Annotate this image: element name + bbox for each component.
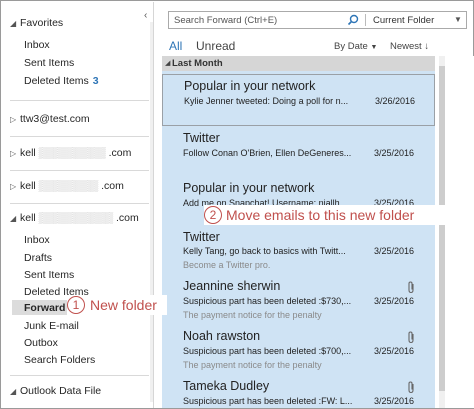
arrow-down-icon: ↓: [424, 41, 430, 52]
annotation-label: Move emails to this new folder: [226, 207, 415, 223]
account-item-3[interactable]: ▷ kell ▒▒▒▒▒▒▒▒ .com: [10, 180, 124, 192]
folder-item-drafts[interactable]: Drafts: [24, 252, 52, 264]
paperclip-icon: [408, 331, 414, 344]
list-item[interactable]: Tameka Dudley Suspicious part has been d…: [162, 376, 435, 408]
expand-caret-icon: ▷: [10, 182, 17, 191]
paperclip-icon: [408, 281, 414, 294]
expand-caret-icon: ◢: [10, 214, 17, 223]
chevron-down-icon: ▼: [370, 44, 378, 51]
folder-item-inbox[interactable]: Inbox: [24, 234, 50, 246]
folder-pane: ‹ ◢ Favorites Inbox Sent Items Deleted It…: [2, 2, 154, 408]
blurred-address: ▒▒▒▒▒▒▒▒▒: [35, 147, 109, 159]
expand-caret-icon: ▷: [10, 115, 17, 124]
step-number-badge: 1: [67, 296, 85, 314]
list-item[interactable]: Jeannine sherwin Suspicious part has bee…: [162, 276, 435, 326]
divider: [10, 100, 149, 101]
folder-pane-scrollbar[interactable]: [150, 22, 153, 402]
search-input[interactable]: Search Forward (Ctrl+E): [174, 15, 277, 26]
expand-caret-icon: ◢: [10, 19, 17, 28]
annotation-step-1: 1 New folder: [67, 295, 167, 315]
unread-count-badge: 3: [92, 75, 99, 87]
collapse-pane-icon[interactable]: ‹: [144, 10, 147, 21]
favorites-header[interactable]: ◢ Favorites: [10, 17, 63, 29]
filter-all-tab[interactable]: All: [169, 39, 182, 53]
folder-item-forward[interactable]: Forward: [24, 302, 65, 314]
magnifier-icon[interactable]: [347, 14, 359, 26]
message-list: ◢ Last Month Popular in your network Kyl…: [162, 56, 435, 408]
divider: [365, 14, 366, 26]
account-item-4[interactable]: ◢ kell ▒▒▒▒▒▒▒▒▒▒ .com: [10, 212, 139, 224]
divider: [10, 170, 149, 171]
expand-caret-icon: ◢: [10, 387, 17, 396]
chevron-down-icon[interactable]: ▼: [454, 15, 462, 24]
divider: [10, 375, 149, 376]
outlook-window: ‹ ◢ Favorites Inbox Sent Items Deleted It…: [0, 0, 474, 409]
list-item[interactable]: Popular in your network Kylie Jenner twe…: [162, 74, 435, 126]
reading-pane-edge: [445, 56, 474, 408]
blurred-address: ▒▒▒▒▒▒▒▒▒▒: [35, 212, 116, 224]
step-number-badge: 2: [204, 206, 222, 224]
paperclip-icon: [408, 381, 414, 394]
blurred-address: ▒▒▒▒▒▒▒▒: [35, 180, 102, 192]
search-scope-dropdown[interactable]: Current Folder: [373, 15, 434, 26]
favorites-item-inbox[interactable]: Inbox: [24, 39, 50, 51]
account-item-1[interactable]: ▷ ttw3@test.com: [10, 113, 90, 125]
expand-caret-icon: ▷: [10, 149, 17, 158]
sort-order-toggle[interactable]: Newest ↓: [390, 41, 429, 52]
filter-unread-tab[interactable]: Unread: [196, 39, 235, 53]
folder-item-search-folders[interactable]: Search Folders: [24, 354, 95, 366]
favorites-item-sent[interactable]: Sent Items: [24, 57, 74, 69]
favorites-item-deleted[interactable]: Deleted Items 3: [24, 75, 99, 87]
annotation-label: New folder: [90, 297, 157, 313]
folder-item-sent[interactable]: Sent Items: [24, 269, 74, 281]
group-header[interactable]: ◢ Last Month: [162, 56, 435, 71]
list-item[interactable]: Twitter Kelly Tang, go back to basics wi…: [162, 228, 435, 276]
search-box[interactable]: Search Forward (Ctrl+E) Current Folder ▼: [168, 11, 467, 29]
annotation-step-2: 2 Move emails to this new folder: [204, 205, 448, 225]
divider: [10, 136, 149, 137]
data-file-item[interactable]: ◢ Outlook Data File: [10, 385, 101, 397]
folder-item-junk[interactable]: Junk E-mail: [24, 320, 79, 332]
folder-item-outbox[interactable]: Outbox: [24, 337, 58, 349]
collapse-caret-icon: ◢: [165, 60, 171, 67]
sort-by-dropdown[interactable]: By Date ▼: [334, 41, 377, 52]
divider: [10, 203, 149, 204]
list-item[interactable]: Noah rawston Suspicious part has been de…: [162, 326, 435, 376]
account-item-2[interactable]: ▷ kell ▒▒▒▒▒▒▒▒▒ .com: [10, 147, 131, 159]
list-item[interactable]: Twitter Follow Conan O'Brien, Ellen DeGe…: [162, 128, 435, 174]
